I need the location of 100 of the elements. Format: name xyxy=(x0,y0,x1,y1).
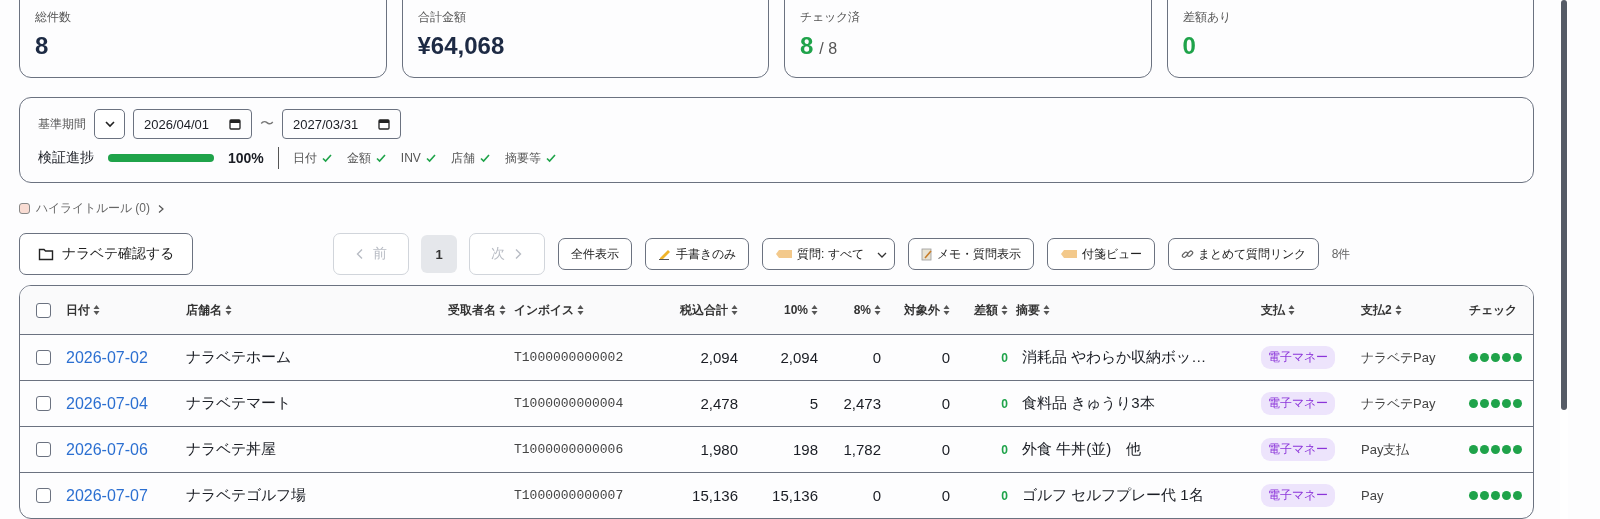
memo-icon xyxy=(920,247,933,261)
range-separator: 〜 xyxy=(260,115,275,133)
sort-icon xyxy=(1043,304,1050,316)
total-amount: 15,136 xyxy=(692,487,738,504)
toolbar-button[interactable]: 付箋ビュー xyxy=(1046,238,1155,270)
card-total: / 8 xyxy=(819,40,838,58)
question-filter-select[interactable]: 質問: すべて xyxy=(762,238,895,270)
date-link[interactable]: 2026-07-06 xyxy=(66,440,148,459)
payment-tag: 電子マネー xyxy=(1261,392,1335,415)
date-link[interactable]: 2026-07-07 xyxy=(66,486,148,505)
date-link[interactable]: 2026-07-02 xyxy=(66,348,148,367)
summary-text: 外食 牛丼(並) 他 xyxy=(1021,440,1142,459)
row-checkbox[interactable] xyxy=(35,442,51,457)
sort-icon xyxy=(1394,304,1402,316)
date-field[interactable]: 2026/04/01 xyxy=(133,109,253,139)
invoice-number: T1000000000006 xyxy=(514,442,624,457)
card-value: 8 xyxy=(35,32,49,60)
row-checkbox[interactable] xyxy=(35,396,51,411)
amount-cell: 5 xyxy=(809,395,818,412)
sort-icon xyxy=(731,304,738,316)
amount-cell: 2,473 xyxy=(843,395,881,412)
calendar-icon xyxy=(378,118,391,130)
select-all-checkbox[interactable] xyxy=(35,302,51,318)
folder-icon xyxy=(38,247,54,261)
column-header[interactable]: 支払2 xyxy=(1361,301,1469,319)
invoice-number: T1000000000002 xyxy=(514,350,624,365)
criterion-label: 摘要等 xyxy=(504,149,541,167)
card-label: 総件数 xyxy=(35,9,72,26)
summary-text: 食料品 きゅうり3本 xyxy=(1021,394,1155,413)
link-icon xyxy=(1180,247,1194,261)
column-header[interactable]: 支払 xyxy=(1261,301,1361,319)
page-number-button[interactable]: 1 xyxy=(421,235,457,273)
column-header[interactable]: 8% xyxy=(826,303,889,317)
payment-method: ナラベテPay xyxy=(1361,348,1436,367)
amount-cell: 0 xyxy=(872,349,881,366)
sort-icon xyxy=(577,304,584,316)
amount-cell: 0 xyxy=(941,487,950,504)
criterion-label: 店舗 xyxy=(450,149,475,167)
amount-cell: 0 xyxy=(941,395,950,412)
sort-icon xyxy=(874,304,881,316)
invoice-number: T1000000000007 xyxy=(514,488,624,503)
amount-cell: 2,094 xyxy=(780,349,818,366)
period-label: 基準期間 xyxy=(38,115,86,133)
progress-label: 検証進捗 xyxy=(38,149,94,167)
row-checkbox[interactable] xyxy=(35,350,51,365)
summary-text: 消耗品 やわらか収納ボッ… xyxy=(1021,348,1207,367)
column-header[interactable]: 受取者名 xyxy=(430,301,514,319)
criterion-label: 金額 xyxy=(346,149,371,167)
card-label: 合計金額 xyxy=(417,9,467,26)
column-header[interactable]: 10% xyxy=(746,303,826,317)
sort-icon xyxy=(499,304,506,316)
confirm-button[interactable]: ナラベテ確認する xyxy=(19,233,193,275)
chevron-right-icon xyxy=(513,248,523,260)
total-amount: 1,980 xyxy=(700,441,738,458)
total-amount: 2,094 xyxy=(700,349,738,366)
payment-method: Pay xyxy=(1361,488,1384,503)
payment-method: Pay支払 xyxy=(1361,440,1410,459)
amount-cell: 15,136 xyxy=(772,487,818,504)
tag-icon xyxy=(775,249,793,259)
toolbar-button[interactable]: まとめて質問リンク xyxy=(1167,238,1319,270)
toolbar-button[interactable]: 手書きのみ xyxy=(645,238,749,270)
column-header[interactable]: 店舗名 xyxy=(186,301,430,319)
period-dropdown[interactable] xyxy=(94,109,125,139)
toolbar-button[interactable]: メモ・質問表示 xyxy=(907,238,1034,270)
payment-tag: 電子マネー xyxy=(1261,484,1335,507)
sort-icon xyxy=(943,304,950,316)
column-header[interactable]: 税込合計 xyxy=(666,301,746,319)
criterion-label: 日付 xyxy=(292,149,317,167)
amount-cell: 198 xyxy=(792,441,818,458)
column-header[interactable]: 対象外 xyxy=(889,301,958,319)
amount-cell: 0 xyxy=(941,441,950,458)
store-name: ナラベテゴルフ場 xyxy=(186,486,306,505)
amount-cell: 0 xyxy=(941,349,950,366)
payment-tag: 電子マネー xyxy=(1261,438,1335,461)
sort-icon xyxy=(1001,304,1008,316)
date-link[interactable]: 2026-07-04 xyxy=(66,394,148,413)
card-label: チェック済 xyxy=(800,9,861,26)
column-header[interactable]: インボイス xyxy=(514,301,666,319)
sort-icon xyxy=(225,304,232,316)
column-header[interactable]: 摘要 xyxy=(1016,301,1261,319)
column-header[interactable]: 日付 xyxy=(66,301,186,319)
summary-text: ゴルフ セルフプレー代 1名 xyxy=(1021,486,1204,505)
column-header[interactable]: チェック xyxy=(1469,301,1533,319)
record-count: 8件 xyxy=(1331,245,1351,263)
invoice-number: T1000000000004 xyxy=(514,396,624,411)
date-field[interactable]: 2027/03/31 xyxy=(282,109,402,139)
highlight-rules-toggle[interactable]: ハイライトルール (0) xyxy=(19,200,166,217)
writing-hand-icon xyxy=(658,248,672,260)
store-name: ナラベテマート xyxy=(186,394,291,413)
progress-percent: 100% xyxy=(228,150,264,166)
sort-icon xyxy=(93,304,100,316)
difference-amount: 0 xyxy=(1001,396,1008,411)
row-checkbox[interactable] xyxy=(35,488,51,503)
card-label: 差額あり xyxy=(1182,9,1232,26)
difference-amount: 0 xyxy=(1001,350,1008,365)
payment-tag: 電子マネー xyxy=(1261,346,1335,369)
total-amount: 2,478 xyxy=(700,395,738,412)
toolbar-button[interactable]: 全件表示 xyxy=(558,238,632,270)
column-header[interactable]: 差額 xyxy=(958,301,1016,319)
difference-amount: 0 xyxy=(1001,488,1008,503)
